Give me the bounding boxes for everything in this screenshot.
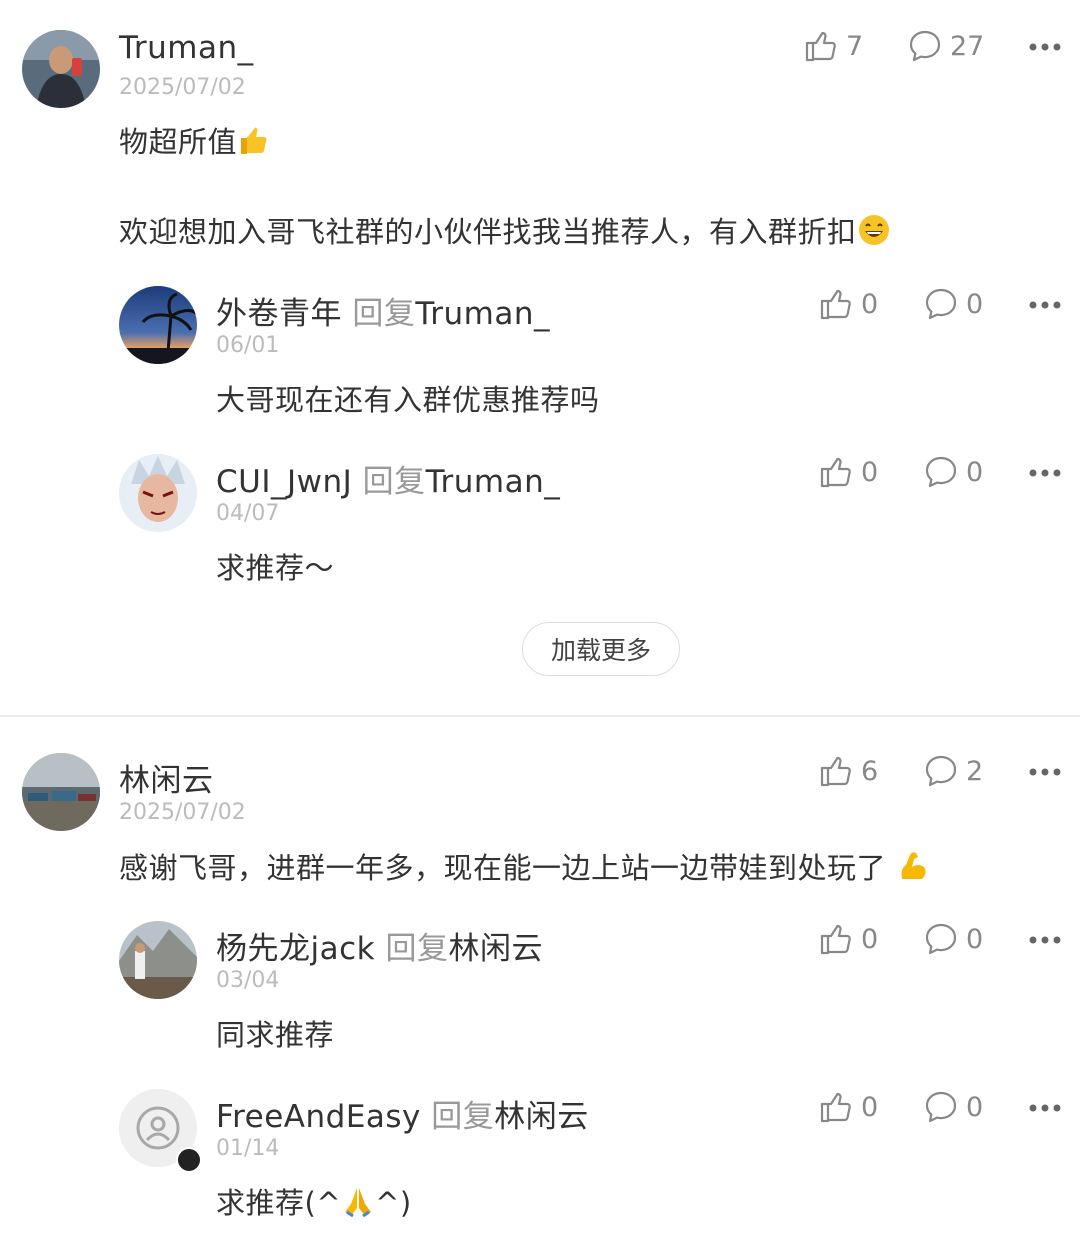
reply-target[interactable]: Truman_ — [415, 296, 550, 332]
reply-date: 04/07 — [216, 501, 280, 526]
ellipsis-icon — [1029, 768, 1061, 776]
speech-bubble-icon — [925, 288, 957, 320]
reply-author[interactable]: CUI_JwnJ — [216, 464, 352, 500]
thumbs-up-icon — [820, 289, 851, 320]
more-button[interactable] — [1026, 762, 1066, 782]
reply-author[interactable]: 杨先龙jack — [216, 931, 375, 967]
badge-icon — [176, 1147, 202, 1173]
ellipsis-icon — [1029, 301, 1061, 309]
reply-word: 回复 — [352, 296, 416, 332]
reply-author[interactable]: 外卷青年 — [216, 296, 342, 332]
comment-date: 2025/07/02 — [119, 800, 246, 825]
reply-date: 01/14 — [216, 1136, 280, 1161]
reply-count: 27 — [950, 30, 985, 62]
comment-text-line: 物超所值 — [119, 125, 238, 159]
speech-bubble-icon — [925, 923, 957, 955]
folded-hands-emoji — [345, 1188, 372, 1218]
reply-count: 0 — [966, 1091, 984, 1123]
thumbs-up-icon — [805, 31, 836, 62]
reply-button[interactable]: 0 — [924, 455, 983, 489]
reply-text: 求推荐～ — [216, 551, 335, 585]
like-button[interactable]: 6 — [819, 754, 878, 788]
reply-button[interactable]: 0 — [924, 1090, 983, 1124]
avatar[interactable] — [119, 286, 197, 364]
reply-word: 回复 — [362, 464, 426, 500]
like-count: 0 — [861, 923, 879, 955]
avatar[interactable] — [22, 30, 100, 108]
avatar[interactable] — [119, 454, 197, 532]
reply-count: 0 — [966, 923, 984, 955]
more-button[interactable] — [1026, 930, 1066, 950]
speech-bubble-icon — [925, 755, 957, 787]
more-button[interactable] — [1026, 463, 1066, 483]
reply-text-part: ^) — [375, 1186, 412, 1220]
thumbs-up-icon — [820, 457, 851, 488]
reply-author-line: CUI_JwnJ 回复Truman_ — [216, 456, 560, 501]
reply-date: 03/04 — [216, 968, 280, 993]
reply-button[interactable]: 27 — [908, 29, 984, 63]
avatar[interactable] — [119, 921, 197, 999]
reply-date: 06/01 — [216, 333, 280, 358]
reply-count: 0 — [966, 288, 984, 320]
like-count: 0 — [861, 288, 879, 320]
ellipsis-icon — [1029, 43, 1061, 51]
like-button[interactable]: 7 — [804, 29, 863, 63]
reply-button[interactable]: 2 — [924, 754, 983, 788]
reply-target[interactable]: 林闲云 — [448, 931, 543, 967]
like-count: 6 — [861, 755, 879, 787]
more-button[interactable] — [1026, 37, 1066, 57]
like-button[interactable]: 0 — [819, 1090, 878, 1124]
comment-text: 欢迎想加入哥飞社群的小伙伴找我当推荐人，有入群折扣 — [119, 209, 891, 251]
reply-author-line: 杨先龙jack 回复林闲云 — [216, 923, 543, 968]
thumbs-up-icon — [820, 756, 851, 787]
speech-bubble-icon — [925, 456, 957, 488]
like-button[interactable]: 0 — [819, 922, 878, 956]
reply-author[interactable]: FreeAndEasy — [216, 1099, 421, 1135]
reply-text: 求推荐(^ ^) — [216, 1180, 412, 1222]
more-button[interactable] — [1026, 295, 1066, 315]
reply-author-line: 外卷青年 回复Truman_ — [216, 288, 550, 333]
ellipsis-icon — [1029, 469, 1061, 477]
speech-bubble-icon — [909, 30, 941, 62]
reply-button[interactable]: 0 — [924, 287, 983, 321]
comment-text-line: 感谢飞哥，进群一年多，现在能一边上站一边带娃到处玩了 — [119, 851, 887, 885]
thumbs-up-emoji — [241, 127, 267, 154]
like-button[interactable]: 0 — [819, 455, 878, 489]
reply-author-line: FreeAndEasy 回复林闲云 — [216, 1091, 589, 1136]
thumbs-up-icon — [820, 924, 851, 955]
comment-author[interactable]: Truman_ — [119, 30, 254, 66]
reply-count: 0 — [966, 456, 984, 488]
reply-button[interactable]: 0 — [924, 922, 983, 956]
comment-text: 物超所值 — [119, 119, 271, 161]
reply-text: 大哥现在还有入群优惠推荐吗 — [216, 383, 600, 417]
like-count: 0 — [861, 1091, 879, 1123]
avatar[interactable] — [22, 753, 100, 831]
reply-word: 回复 — [431, 1099, 495, 1135]
more-button[interactable] — [1026, 1098, 1066, 1118]
reply-text: 同求推荐 — [216, 1018, 335, 1052]
reply-target[interactable]: 林闲云 — [494, 1099, 589, 1135]
like-count: 0 — [861, 456, 879, 488]
comment-date: 2025/07/02 — [119, 75, 246, 100]
reply-word: 回复 — [385, 931, 449, 967]
comment-author[interactable]: 林闲云 — [119, 755, 214, 800]
ellipsis-icon — [1029, 1104, 1061, 1112]
load-more-button[interactable]: 加载更多 — [522, 622, 680, 676]
comment-text-line: 欢迎想加入哥飞社群的小伙伴找我当推荐人，有入群折扣 — [119, 215, 857, 249]
ellipsis-icon — [1029, 936, 1061, 944]
like-button[interactable]: 0 — [819, 287, 878, 321]
reply-target[interactable]: Truman_ — [426, 464, 561, 500]
grinning-face-emoji — [858, 215, 889, 245]
flexed-biceps-emoji — [901, 852, 926, 879]
like-count: 7 — [846, 30, 864, 62]
divider — [0, 715, 1080, 717]
reply-text-part: 求推荐(^ — [216, 1186, 342, 1220]
speech-bubble-icon — [925, 1091, 957, 1123]
comment-text: 感谢飞哥，进群一年多，现在能一边上站一边带娃到处玩了 — [119, 845, 930, 887]
thumbs-up-icon — [820, 1092, 851, 1123]
reply-count: 2 — [966, 755, 984, 787]
